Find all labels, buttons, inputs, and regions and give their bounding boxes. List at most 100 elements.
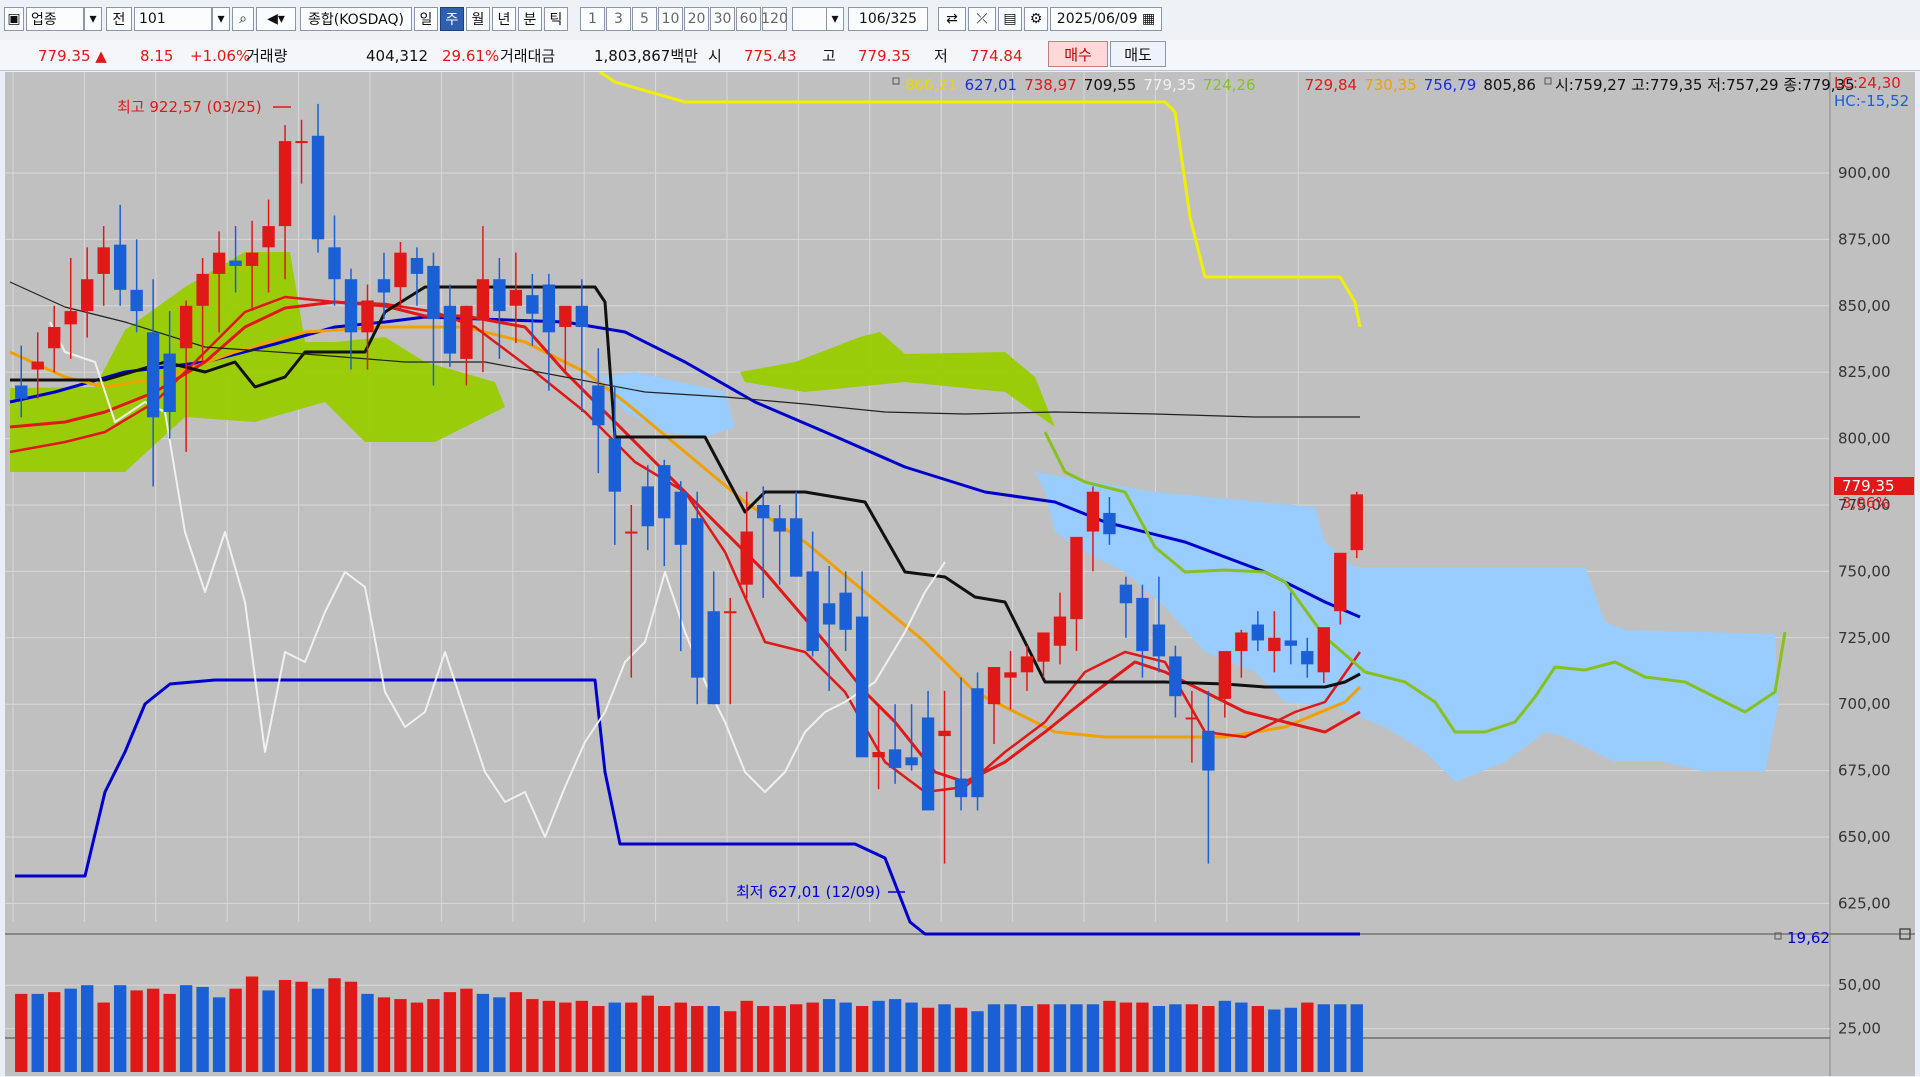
volume-bar — [311, 988, 325, 1072]
candle-body — [212, 252, 226, 274]
date-input[interactable]: 2025/06/09 ▦ — [1050, 7, 1162, 31]
window-menu-icon[interactable]: ▣ — [4, 7, 24, 31]
candle-body — [625, 531, 638, 534]
period-tab[interactable]: 년 — [492, 7, 516, 31]
price-change: 8.15 — [140, 47, 174, 65]
legend-series-icon — [1544, 77, 1552, 85]
interval-button[interactable]: 60 — [736, 7, 761, 31]
tool-icon[interactable]: ⤫ — [968, 7, 996, 31]
volume-bar — [476, 993, 490, 1072]
candle-body — [295, 141, 308, 144]
volume-bar — [872, 1000, 885, 1072]
volume-bar — [229, 988, 242, 1072]
volume-bar — [938, 1004, 951, 1072]
volume-bar — [1284, 1007, 1297, 1072]
volume-bar — [526, 999, 539, 1072]
page-counter[interactable]: 106/325 — [848, 7, 928, 31]
candle-body — [971, 688, 984, 798]
code-input[interactable]: 101 — [134, 7, 212, 31]
volume-bar — [542, 1000, 556, 1072]
sound-icon[interactable]: ◀▾ — [256, 7, 296, 31]
open-value: 775.43 — [744, 47, 797, 65]
interval-button[interactable]: 20 — [684, 7, 709, 31]
candle-body — [806, 571, 819, 652]
compare-icon[interactable]: ⇄ — [938, 7, 966, 31]
legend-value: 779,35 — [1143, 76, 1196, 94]
calendar-icon[interactable]: ▦ — [1142, 11, 1155, 27]
low-value: 774.84 — [970, 47, 1023, 65]
candle-body — [773, 518, 786, 532]
chevron-down-icon[interactable]: ▾ — [826, 7, 844, 31]
volume-bar — [707, 1006, 720, 1072]
candle-body — [608, 438, 621, 492]
volume-bar — [888, 999, 902, 1072]
volume-bar — [97, 1002, 110, 1072]
interval-button[interactable]: 30 — [710, 7, 735, 31]
volume-bar — [377, 997, 391, 1072]
period-tab[interactable]: 분 — [518, 7, 542, 31]
chart-panel[interactable]: 900,00 875,00 850,00 825,00 800,00 775,00 750,… — [5, 72, 1915, 1076]
interval-button[interactable]: 5 — [632, 7, 657, 31]
volume-bar — [1317, 1004, 1330, 1072]
y-axis-tick: 750,00 — [1838, 562, 1891, 580]
interval-button[interactable]: 120 — [761, 7, 788, 31]
volume-bar — [328, 978, 341, 1072]
volume-bar — [262, 990, 275, 1072]
chevron-down-icon[interactable]: ▾ — [84, 7, 102, 31]
volume-bar — [146, 988, 160, 1072]
y-axis-tick: 825,00 — [1838, 363, 1891, 381]
candle-body — [987, 667, 1001, 705]
market-type-select[interactable]: 업종 — [26, 7, 84, 31]
volume-bar — [971, 1011, 984, 1072]
volume-bar — [48, 992, 61, 1072]
y-axis-tick: 850,00 — [1838, 297, 1891, 315]
chevron-down-icon[interactable]: ▾ — [212, 7, 230, 31]
interval-button[interactable]: 10 — [658, 7, 683, 31]
save-icon[interactable]: ▤ — [998, 7, 1022, 31]
candle-body — [822, 603, 836, 625]
legend-value: 709,55 — [1084, 76, 1137, 94]
low-label: 저 — [934, 47, 948, 65]
candle-body — [229, 260, 242, 266]
buy-button[interactable]: 매수 — [1048, 41, 1108, 67]
prefix-button[interactable]: 전 — [106, 7, 132, 31]
volume-bar — [1218, 1000, 1232, 1072]
period-tab[interactable]: 주 — [440, 7, 464, 31]
search-icon[interactable]: ⌕ — [232, 7, 254, 31]
candle-body — [146, 332, 160, 418]
volume-bar — [212, 997, 226, 1072]
candle-body — [707, 611, 720, 705]
volume-bar — [394, 999, 407, 1072]
hc-label: HC:-15,52 — [1834, 92, 1909, 110]
candle-body — [262, 226, 275, 248]
code-value: 101 — [139, 11, 166, 27]
candle-body — [1185, 717, 1199, 720]
legend-value: 724,26 — [1203, 76, 1256, 94]
sell-button[interactable]: 매도 — [1110, 41, 1166, 67]
volume-bar — [740, 1000, 753, 1072]
volume-bar — [179, 985, 193, 1072]
interval-button[interactable]: 1 — [580, 7, 605, 31]
volume-bar — [1037, 1004, 1050, 1072]
volume-bar — [592, 1006, 605, 1072]
period-tab[interactable]: 월 — [466, 7, 490, 31]
price-chart[interactable]: 900,00875,00850,00825,00800,00775,00750,… — [5, 72, 1915, 1076]
volume-bar — [658, 1006, 671, 1072]
volume-bar — [443, 992, 457, 1072]
candle-body — [476, 279, 490, 320]
period-tab[interactable]: 일 — [414, 7, 438, 31]
gear-icon[interactable]: ⚙ — [1024, 7, 1048, 31]
volume-bar — [608, 1002, 621, 1072]
period-tab[interactable]: 틱 — [544, 7, 568, 31]
index-name-label[interactable]: 종합(KOSDAQ) — [300, 7, 412, 31]
interval-button[interactable]: 3 — [606, 7, 631, 31]
candle-body — [427, 265, 440, 320]
candle-body — [954, 778, 968, 798]
candle-body — [855, 616, 869, 758]
volume-bar — [1119, 1002, 1133, 1072]
last-pct-label: 3,06% — [1842, 494, 1890, 512]
candle-body — [1251, 624, 1265, 641]
volume-bar — [295, 981, 308, 1072]
volume-bar — [987, 1004, 1001, 1072]
candle-body — [1037, 632, 1050, 662]
